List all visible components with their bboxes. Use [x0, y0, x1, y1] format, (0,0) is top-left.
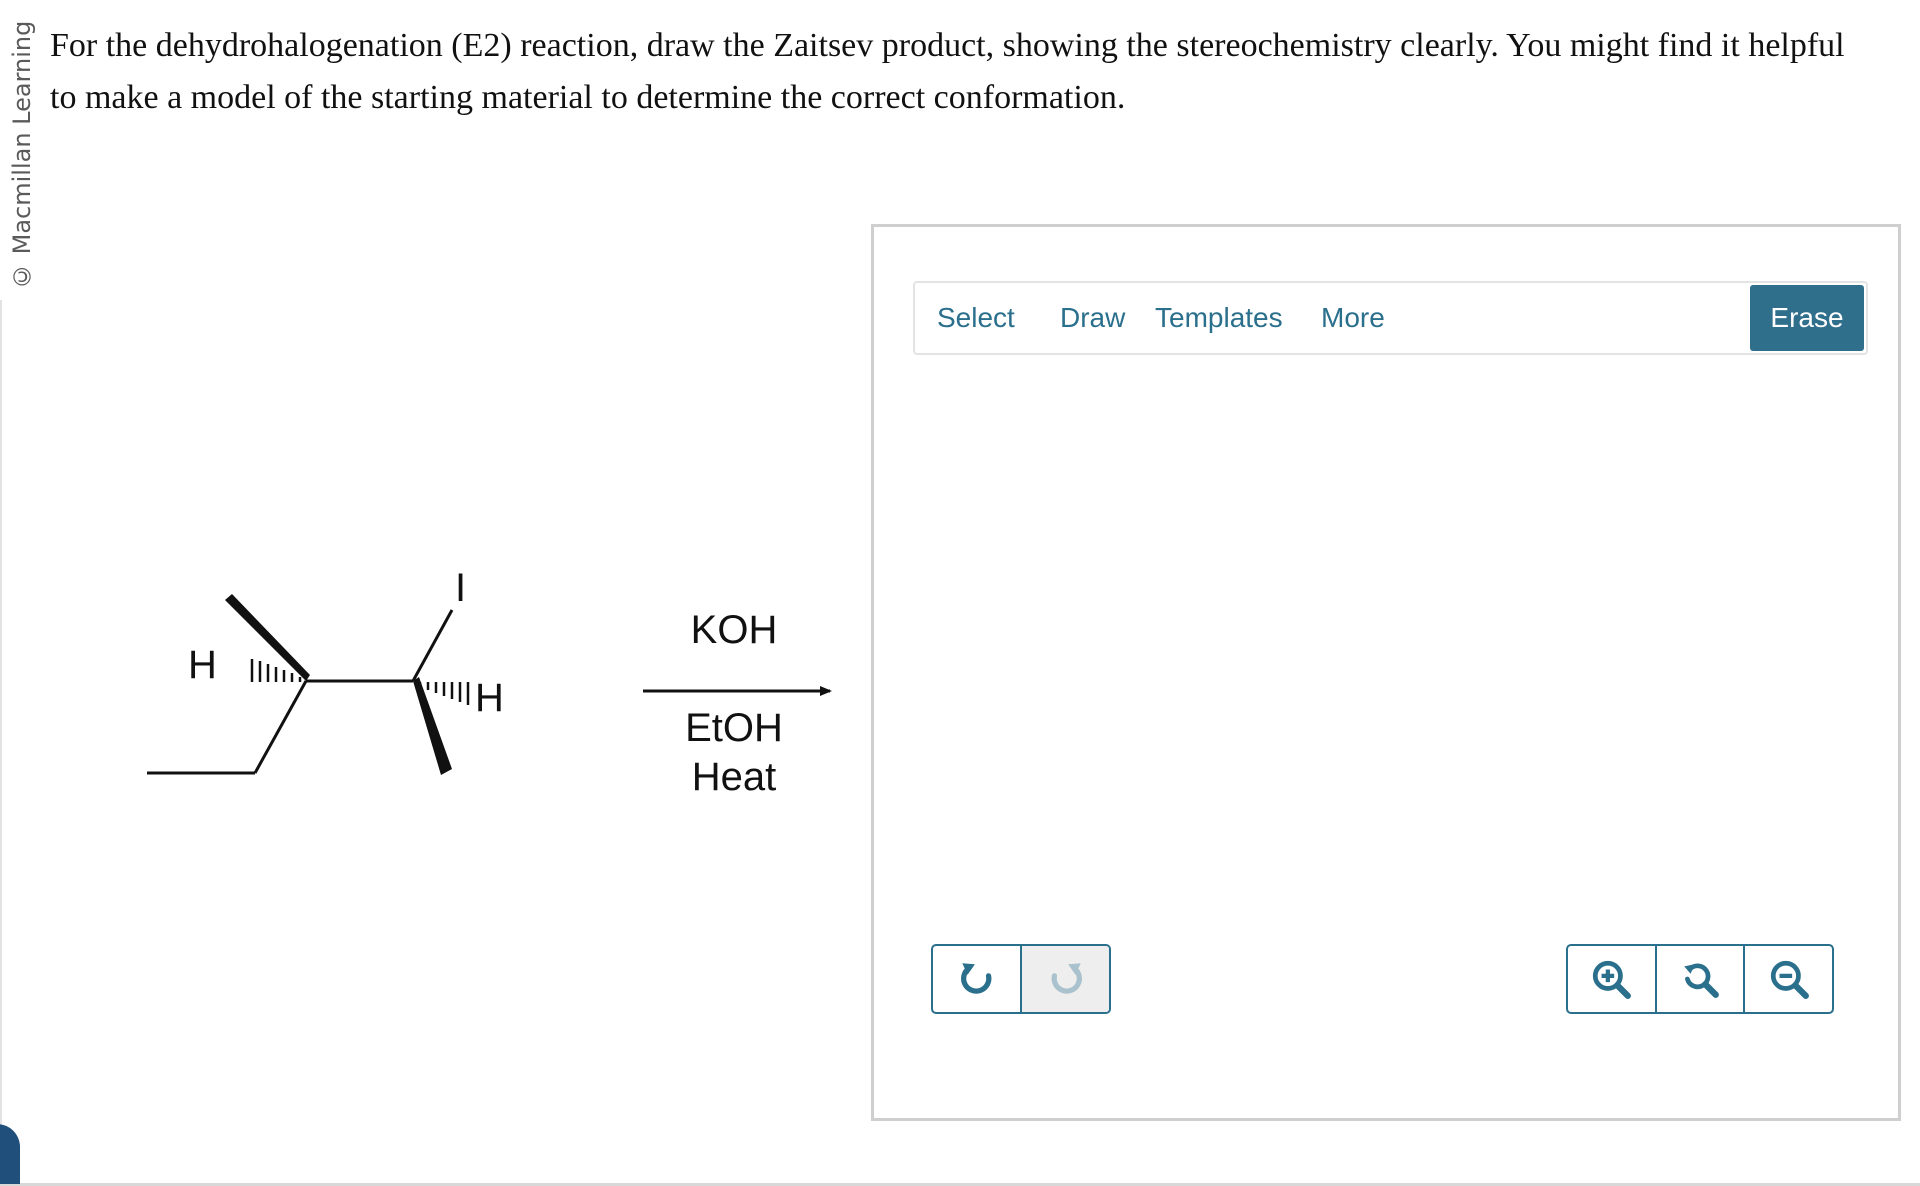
solvent-etoh: EtOH — [685, 706, 783, 750]
reaction-conditions: KOH EtOH Heat — [643, 608, 832, 799]
copyright-notice: © Macmillan Learning — [8, 20, 36, 290]
draw-tool-button[interactable]: Draw — [1060, 283, 1125, 353]
history-controls — [931, 944, 1111, 1014]
erase-button[interactable]: Erase — [1750, 285, 1864, 351]
redo-button[interactable] — [1022, 946, 1109, 1012]
templates-tool-button[interactable]: Templates — [1155, 283, 1283, 353]
zoom-out-button[interactable] — [1745, 946, 1832, 1012]
zoom-reset-icon — [1684, 963, 1719, 998]
zoom-out-icon — [1770, 960, 1809, 999]
redo-icon — [1051, 963, 1082, 994]
starting-material: H I H — [147, 566, 504, 775]
structure-editor[interactable]: Select Draw Templates More Erase — [871, 224, 1901, 1121]
zoom-reset-button[interactable] — [1657, 946, 1746, 1012]
editor-toolbar: Select Draw Templates More Erase — [913, 281, 1868, 355]
hydrogen-label-right: H — [475, 676, 504, 720]
undo-button[interactable] — [933, 946, 1022, 1012]
reaction-scheme: H I H KOH EtOH Heat — [147, 566, 832, 799]
wedge-bond-right — [413, 677, 452, 775]
question-text: For the dehydrohalogenation (E2) reactio… — [50, 27, 1845, 116]
bond-carbon-iodine — [411, 609, 454, 682]
hydrogen-label-left: H — [188, 643, 217, 687]
iodine-label: I — [455, 566, 466, 610]
bond-ethyl — [253, 680, 308, 774]
corner-badge[interactable] — [0, 1124, 20, 1184]
left-divider — [0, 300, 2, 1186]
undo-icon — [960, 963, 991, 994]
zoom-in-icon — [1593, 960, 1632, 999]
condition-heat: Heat — [692, 755, 777, 799]
zoom-controls — [1566, 944, 1834, 1014]
zoom-in-button[interactable] — [1568, 946, 1657, 1012]
reagent-koh: KOH — [691, 608, 778, 652]
select-tool-button[interactable]: Select — [937, 283, 1015, 353]
more-tool-button[interactable]: More — [1321, 283, 1385, 353]
